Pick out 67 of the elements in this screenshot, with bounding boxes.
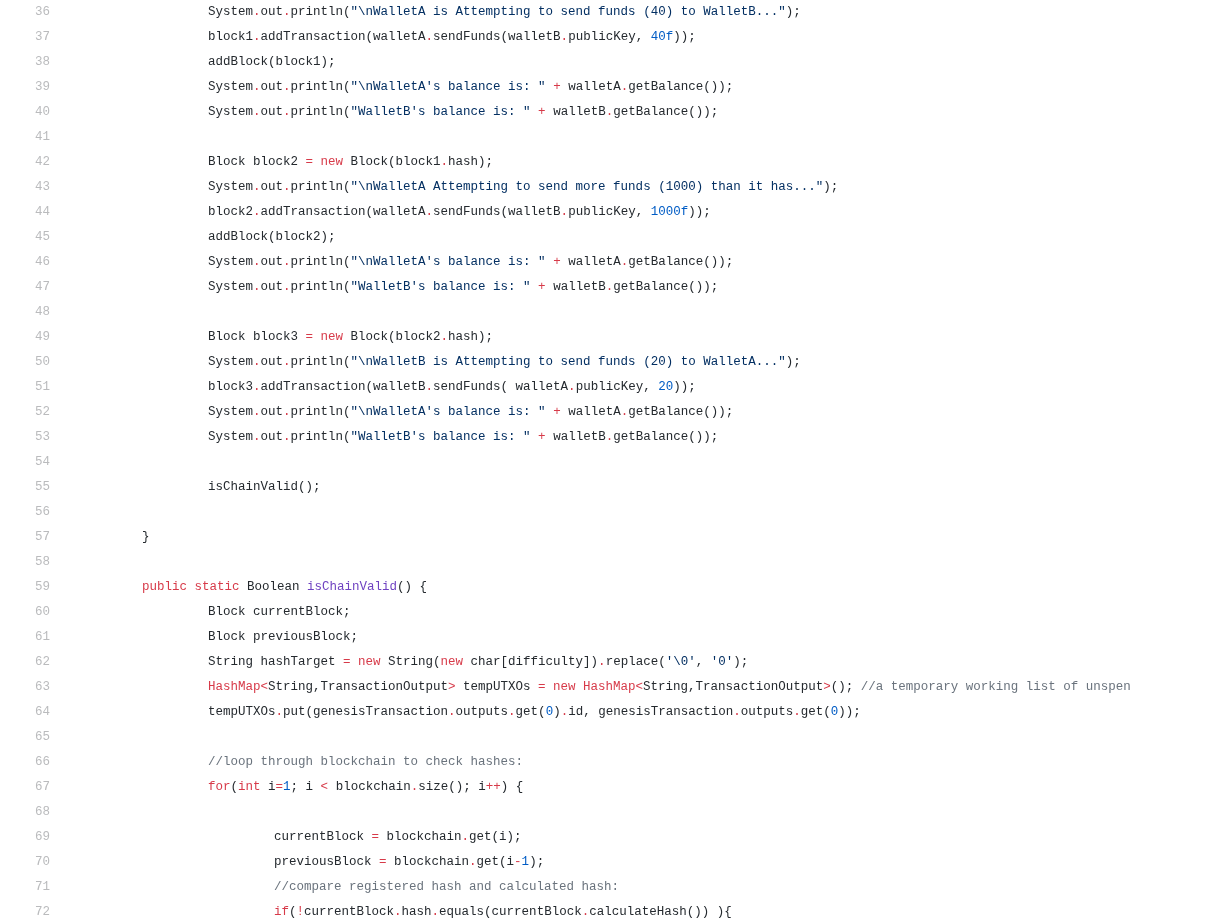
line-number: 43 — [35, 179, 51, 196]
line-number: 46 — [35, 254, 51, 271]
line-number: 44 — [35, 204, 51, 221]
code-line: System.out.println("\nWalletB is Attempting to send funds (20) to WalletA..."); — [207, 355, 801, 369]
line-number: 70 — [35, 854, 51, 871]
line-number: 49 — [35, 329, 51, 346]
code-line: HashMap<String,TransactionOutput> tempUTXOs = new HashMap<String,TransactionOutput>(); //a temporary working list of unspen — [207, 680, 1131, 694]
line-number: 64 — [35, 704, 51, 721]
code-line: previousBlock = blockchain.get(i-1); — [273, 855, 545, 869]
code-line: String hashTarget = new String(new char[difficulty]).replace('\0', '0'); — [207, 655, 749, 669]
code-line: System.out.println("WalletB's balance is: " + walletB.getBalance()); — [207, 105, 719, 119]
line-number: 39 — [35, 79, 51, 96]
line-number: 41 — [35, 129, 51, 146]
line-number: 47 — [35, 279, 51, 296]
line-number: 58 — [35, 554, 51, 571]
line-number: 57 — [35, 529, 51, 546]
line-number: 40 — [35, 104, 51, 121]
line-number: 60 — [35, 604, 51, 621]
code-line: System.out.println("\nWalletA's balance is: " + walletA.getBalance()); — [207, 80, 734, 94]
line-number: 53 — [35, 429, 51, 446]
code-line: } — [141, 530, 150, 544]
code-line: System.out.println("\nWalletA is Attempting to send funds (40) to WalletB..."); — [207, 5, 801, 19]
line-number: 71 — [35, 879, 51, 896]
line-number: 50 — [35, 354, 51, 371]
code-line: tempUTXOs.put(genesisTransaction.outputs.get(0).id, genesisTransaction.outputs.get(0)); — [207, 705, 861, 719]
line-number: 69 — [35, 829, 51, 846]
code-line: System.out.println("\nWalletA's balance is: " + walletA.getBalance()); — [207, 405, 734, 419]
line-number: 42 — [35, 154, 51, 171]
line-number: 62 — [35, 654, 51, 671]
line-number: 68 — [35, 804, 51, 821]
code-line: //loop through blockchain to check hashes: — [207, 755, 524, 769]
code-line: public static Boolean isChainValid() { — [141, 580, 428, 594]
code-line: currentBlock = blockchain.get(i); — [273, 830, 522, 844]
code-line: System.out.println("\nWalletA Attempting to send more funds (1000) than it has..."); — [207, 180, 839, 194]
code-line: System.out.println("WalletB's balance is: " + walletB.getBalance()); — [207, 430, 719, 444]
code-line: block3.addTransaction(walletB.sendFunds( walletA.publicKey, 20)); — [207, 380, 696, 394]
code-line: addBlock(block1); — [207, 55, 336, 69]
code-line: //compare registered hash and calculated hash: — [273, 880, 620, 894]
code-line: block2.addTransaction(walletA.sendFunds(walletB.publicKey, 1000f)); — [207, 205, 711, 219]
line-number: 72 — [35, 904, 51, 921]
line-number: 36 — [35, 4, 51, 21]
line-number: 38 — [35, 54, 51, 71]
code-line: if(!currentBlock.hash.equals(currentBlock.calculateHash()) ){ — [273, 905, 732, 919]
line-number: 61 — [35, 629, 51, 646]
line-number: 37 — [35, 29, 51, 46]
line-number: 54 — [35, 454, 51, 471]
code-line: block1.addTransaction(walletA.sendFunds(walletB.publicKey, 40f)); — [207, 30, 696, 44]
line-number: 56 — [35, 504, 51, 521]
code-line: for(int i=1; i < blockchain.size(); i++) { — [207, 780, 524, 794]
code-line: System.out.println("WalletB's balance is: " + walletB.getBalance()); — [207, 280, 719, 294]
line-number: 66 — [35, 754, 51, 771]
code-line: Block block3 = new Block(block2.hash); — [207, 330, 494, 344]
line-number: 45 — [35, 229, 51, 246]
line-number: 52 — [35, 404, 51, 421]
code-line: addBlock(block2); — [207, 230, 336, 244]
code-line: Block previousBlock; — [207, 630, 359, 644]
line-number: 55 — [35, 479, 51, 496]
line-number: 51 — [35, 379, 51, 396]
line-number: 59 — [35, 579, 51, 596]
line-number: 48 — [35, 304, 51, 321]
line-number: 65 — [35, 729, 51, 746]
code-line: Block currentBlock; — [207, 605, 351, 619]
code-line: isChainValid(); — [207, 480, 321, 494]
line-number: 63 — [35, 679, 51, 696]
code-line: System.out.println("\nWalletA's balance is: " + walletA.getBalance()); — [207, 255, 734, 269]
code-line: Block block2 = new Block(block1.hash); — [207, 155, 494, 169]
line-number: 67 — [35, 779, 51, 796]
